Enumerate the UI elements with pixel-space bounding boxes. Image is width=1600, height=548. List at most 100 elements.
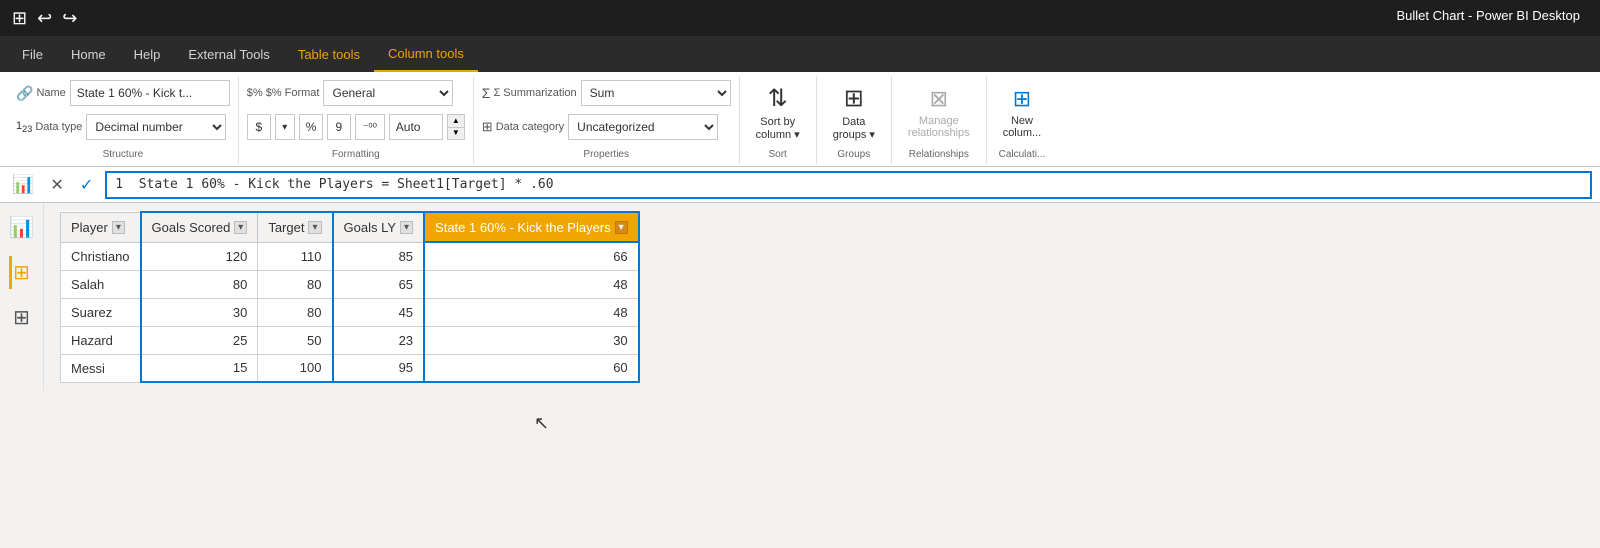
currency-button[interactable]: $ bbox=[247, 114, 271, 140]
data-area: Player ▾ Goals Scored ▾ Target ▾ bbox=[44, 203, 1600, 391]
format-row: $% $% Format General bbox=[247, 80, 454, 106]
table-row: Christiano 120 110 85 66 bbox=[61, 242, 639, 270]
datacategory-select[interactable]: Uncategorized bbox=[568, 114, 718, 140]
sort-group-label: Sort bbox=[748, 145, 808, 160]
mouse-cursor: ↖ bbox=[534, 413, 549, 434]
left-sidebar: 📊 ⊞ ⊞ bbox=[0, 203, 44, 391]
new-column-icon: ⊞ bbox=[1013, 86, 1031, 112]
col-state-60-header: State 1 60% - Kick the Players ▾ bbox=[424, 212, 639, 242]
cell-goals-0: 120 bbox=[141, 242, 258, 270]
formula-bar: 📊 ✕ ✓ bbox=[0, 167, 1600, 203]
ribbon-group-properties: Σ Σ Summarization Sum ⊞ Data category Un… bbox=[474, 76, 740, 164]
report-view-icon[interactable]: 📊 bbox=[5, 211, 38, 244]
table-view-icon[interactable]: ⊞ bbox=[9, 256, 34, 289]
cell-goals-3: 25 bbox=[141, 326, 258, 354]
stepper-down[interactable]: ▼ bbox=[448, 128, 464, 140]
ribbon-group-sort: ⇅ Sort by column ▾ Sort bbox=[740, 76, 817, 164]
cell-state60-1: 48 bbox=[424, 270, 639, 298]
menu-file[interactable]: File bbox=[8, 36, 57, 72]
table-row: Messi 15 100 95 60 bbox=[61, 354, 639, 382]
cell-target-2: 80 bbox=[258, 298, 333, 326]
menu-external-tools[interactable]: External Tools bbox=[174, 36, 283, 72]
properties-group-label: Properties bbox=[482, 145, 731, 160]
table-row: Suarez 30 80 45 48 bbox=[61, 298, 639, 326]
main-area: 📊 ⊞ ⊞ Player ▾ Goals Scored ▾ bbox=[0, 203, 1600, 391]
cell-state60-0: 66 bbox=[424, 242, 639, 270]
ribbon-group-groups: ⊞ Data groups ▾ Groups bbox=[817, 76, 892, 164]
cell-goalsly-1: 65 bbox=[333, 270, 425, 298]
menu-bar: File Home Help External Tools Table tool… bbox=[0, 36, 1600, 72]
datatype-icon: 123 bbox=[16, 120, 32, 134]
comma-button[interactable]: 9 bbox=[327, 114, 351, 140]
cell-goals-2: 30 bbox=[141, 298, 258, 326]
ribbon-group-formatting: $% $% Format General $ ▾ % 9 ⁻⁰⁰ ▲ ▼ bbox=[239, 76, 474, 164]
datacategory-row: ⊞ Data category Uncategorized bbox=[482, 114, 718, 140]
col-goals-ly-header: Goals LY ▾ bbox=[333, 212, 425, 242]
cell-state60-2: 48 bbox=[424, 298, 639, 326]
menu-home[interactable]: Home bbox=[57, 36, 120, 72]
cell-target-1: 80 bbox=[258, 270, 333, 298]
structure-group-label: Structure bbox=[16, 145, 230, 160]
target-filter-btn[interactable]: ▾ bbox=[308, 221, 321, 234]
summarization-row: Σ Σ Summarization Sum bbox=[482, 80, 731, 106]
ribbon: 🔗 Name 123 Data type Decimal number Stru… bbox=[0, 72, 1600, 167]
cell-goals-1: 80 bbox=[141, 270, 258, 298]
model-view-icon[interactable]: ⊞ bbox=[9, 301, 34, 334]
sigma-icon: Σ bbox=[482, 85, 491, 101]
decimal-button[interactable]: ⁻⁰⁰ bbox=[355, 114, 385, 140]
datacategory-label: ⊞ Data category bbox=[482, 119, 564, 135]
cancel-icon[interactable]: ✕ bbox=[46, 173, 67, 197]
title-bar-left: ⊞ ↩ ↪ bbox=[12, 8, 77, 29]
cell-target-0: 110 bbox=[258, 242, 333, 270]
formula-input[interactable] bbox=[105, 171, 1592, 199]
cell-goalsly-3: 23 bbox=[333, 326, 425, 354]
percent-button[interactable]: % bbox=[299, 114, 323, 140]
cell-player-1: Salah bbox=[61, 270, 141, 298]
auto-stepper[interactable]: ▲ ▼ bbox=[447, 114, 465, 140]
col-target-header: Target ▾ bbox=[258, 212, 333, 242]
link-icon: 🔗 bbox=[16, 85, 33, 102]
cell-goalsly-0: 85 bbox=[333, 242, 425, 270]
datatype-select[interactable]: Decimal number bbox=[86, 114, 226, 140]
manage-relationships-button[interactable]: ⊠ Manage relationships bbox=[900, 82, 978, 143]
auto-input[interactable] bbox=[389, 114, 443, 140]
datatype-row: 123 Data type Decimal number bbox=[16, 114, 226, 140]
confirm-icon[interactable]: ✓ bbox=[76, 173, 97, 197]
name-row: 🔗 Name bbox=[16, 80, 230, 106]
table-header-row: Player ▾ Goals Scored ▾ Target ▾ bbox=[61, 212, 639, 242]
undo-icon[interactable]: ↩ bbox=[37, 8, 52, 29]
data-groups-button[interactable]: ⊞ Data groups ▾ bbox=[825, 80, 883, 145]
format-label: $% $% Format bbox=[247, 87, 320, 99]
state60-filter-btn[interactable]: ▾ bbox=[615, 221, 628, 234]
relationships-group-label: Relationships bbox=[900, 145, 978, 160]
visualizations-icon: 📊 bbox=[8, 172, 38, 197]
menu-column-tools[interactable]: Column tools bbox=[374, 36, 478, 72]
cell-player-3: Hazard bbox=[61, 326, 141, 354]
cell-target-3: 50 bbox=[258, 326, 333, 354]
player-filter-btn[interactable]: ▾ bbox=[112, 221, 125, 234]
table-row: Salah 80 80 65 48 bbox=[61, 270, 639, 298]
cell-state60-4: 60 bbox=[424, 354, 639, 382]
goals-ly-filter-btn[interactable]: ▾ bbox=[400, 221, 413, 234]
ribbon-group-relationships: ⊠ Manage relationships Relationships bbox=[892, 76, 987, 164]
sort-by-column-button[interactable]: ⇅ Sort by column ▾ bbox=[748, 80, 808, 145]
summarization-select[interactable]: Sum bbox=[581, 80, 731, 106]
cell-player-2: Suarez bbox=[61, 298, 141, 326]
ribbon-group-calculations: ⊞ New colum... Calculati... bbox=[987, 76, 1058, 164]
title-bar: ⊞ ↩ ↪ Bullet Chart - Power BI Desktop bbox=[0, 0, 1600, 36]
format-select[interactable]: General bbox=[323, 80, 453, 106]
redo-icon[interactable]: ↪ bbox=[62, 8, 77, 29]
goals-scored-filter-btn[interactable]: ▾ bbox=[234, 221, 247, 234]
save-icon[interactable]: ⊞ bbox=[12, 8, 27, 29]
new-column-button[interactable]: ⊞ New colum... bbox=[995, 82, 1050, 143]
format-dropdown[interactable]: ▾ bbox=[275, 114, 295, 140]
menu-table-tools[interactable]: Table tools bbox=[284, 36, 374, 72]
name-input[interactable] bbox=[70, 80, 230, 106]
calculations-group-label: Calculati... bbox=[995, 145, 1050, 160]
format-icon: $% bbox=[247, 87, 263, 99]
menu-help[interactable]: Help bbox=[120, 36, 175, 72]
cell-player-0: Christiano bbox=[61, 242, 141, 270]
summarization-label: Σ Σ Summarization bbox=[482, 85, 577, 101]
col-goals-scored-header: Goals Scored ▾ bbox=[141, 212, 258, 242]
stepper-up[interactable]: ▲ bbox=[448, 115, 464, 128]
